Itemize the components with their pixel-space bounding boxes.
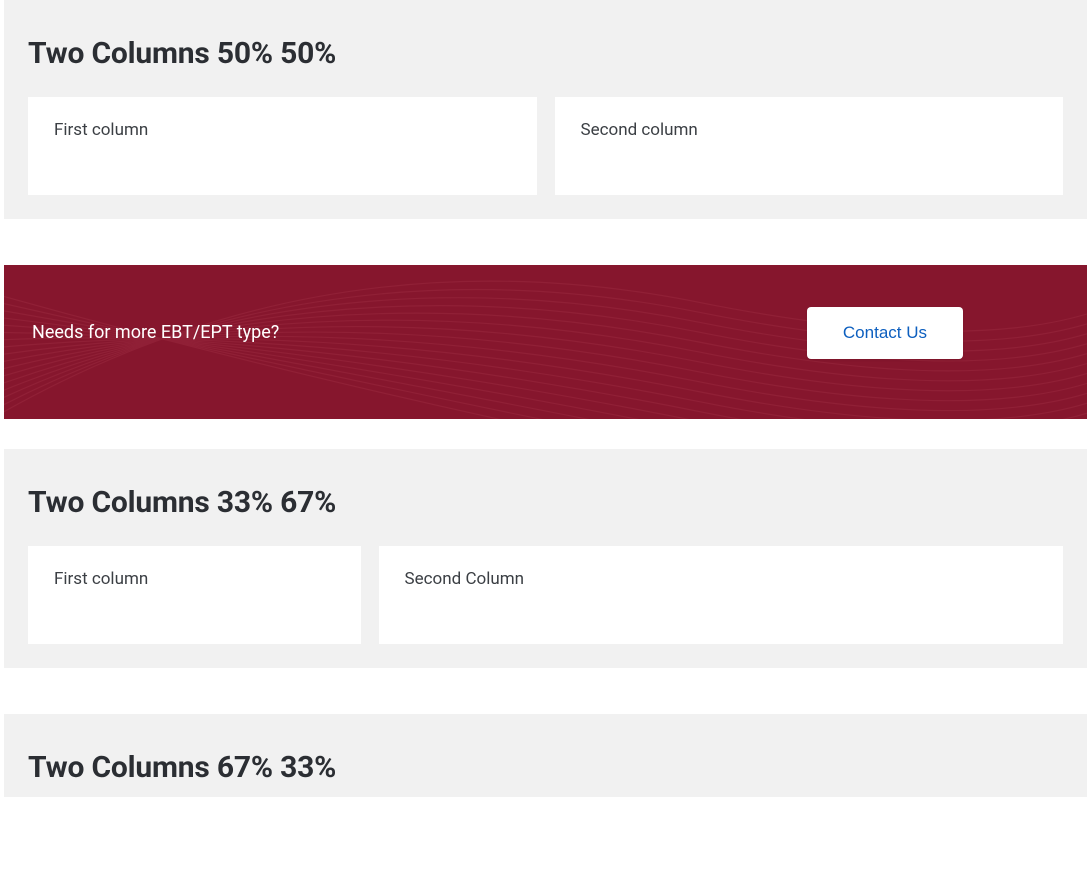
- column-1: First column: [28, 546, 361, 644]
- spacer: [0, 219, 1091, 265]
- section-33-67: Two Columns 33% 67% First column Second …: [4, 449, 1087, 668]
- section-title: Two Columns 33% 67%: [28, 485, 1063, 520]
- section-title: Two Columns 50% 50%: [28, 36, 1063, 71]
- spacer: [0, 668, 1091, 714]
- column-1-text: First column: [54, 569, 148, 589]
- cta-band: Needs for more EBT/EPT type? Contact Us: [4, 265, 1087, 419]
- column-2-text: Second Column: [405, 569, 524, 589]
- column-1: First column: [28, 97, 537, 195]
- spacer: [0, 419, 1091, 449]
- cta-text: Needs for more EBT/EPT type?: [32, 322, 279, 343]
- column-2: Second Column: [379, 546, 1063, 644]
- column-2-text: Second column: [581, 120, 698, 140]
- column-row: First column Second Column: [28, 546, 1063, 644]
- section-title: Two Columns 67% 33%: [28, 750, 1063, 785]
- column-1-text: First column: [54, 120, 148, 140]
- contact-us-button[interactable]: Contact Us: [807, 307, 963, 359]
- section-67-33: Two Columns 67% 33%: [4, 714, 1087, 797]
- section-50-50: Two Columns 50% 50% First column Second …: [4, 0, 1087, 219]
- column-row: First column Second column: [28, 97, 1063, 195]
- column-2: Second column: [555, 97, 1064, 195]
